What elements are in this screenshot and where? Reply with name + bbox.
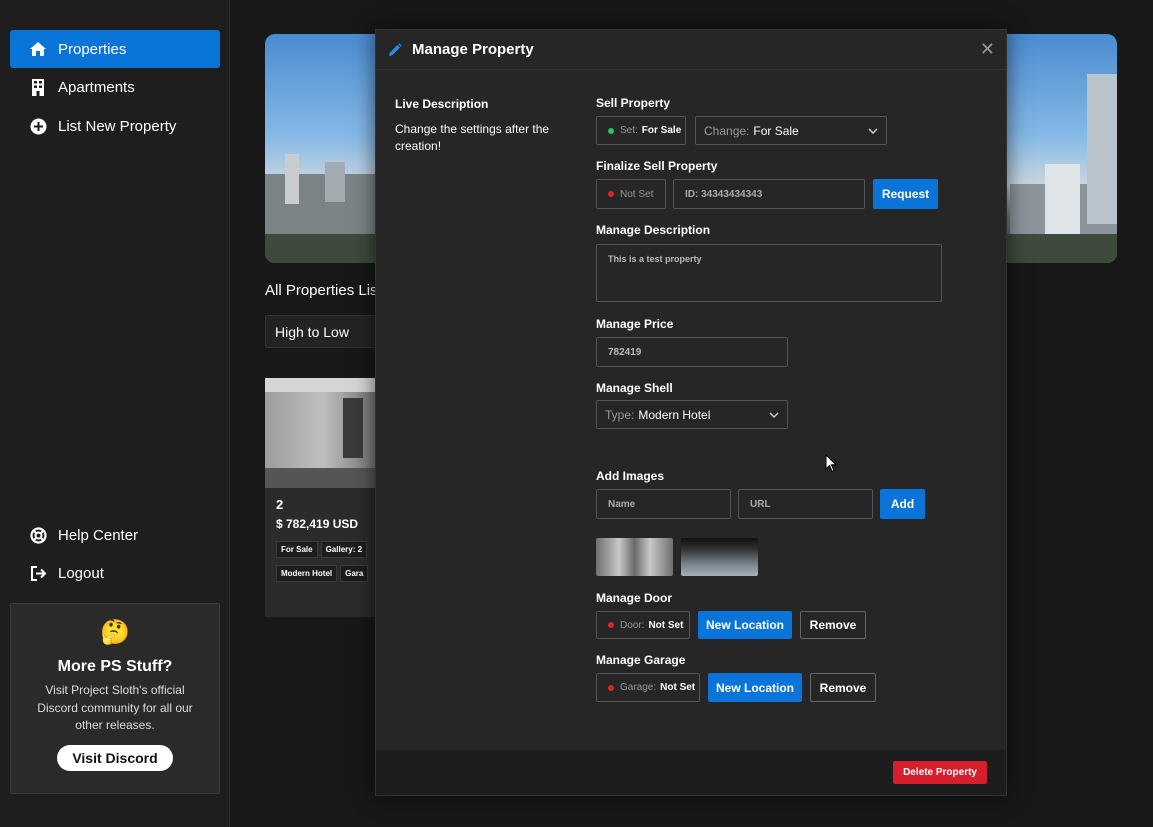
sidebar-item-label: Logout <box>58 564 104 582</box>
description-value: This is a test property <box>608 254 702 264</box>
chip-shell: Modern Hotel <box>276 565 338 582</box>
status-dot-icon <box>608 622 614 628</box>
add-image-button[interactable]: Add <box>880 489 925 519</box>
buyer-id-input[interactable]: ID: 34343434343 <box>673 179 865 209</box>
home-icon <box>28 39 48 59</box>
price-input[interactable]: 782419 <box>596 337 788 367</box>
status-dot-icon <box>608 684 614 691</box>
manage-price-label: Manage Price <box>596 317 674 331</box>
sell-property-label: Sell Property <box>596 96 671 110</box>
finalize-status-badge: Not Set <box>596 179 666 209</box>
sidebar-item-label: Help Center <box>58 526 139 544</box>
sort-value: High to Low <box>275 324 349 340</box>
add-images-label: Add Images <box>596 469 665 483</box>
modal-footer: Delete Property <box>376 750 1006 795</box>
manage-door-label: Manage Door <box>596 591 673 605</box>
sidebar: Properties Apartments List New Property … <box>0 0 230 827</box>
sidebar-item-list-new-property[interactable]: List New Property <box>10 107 220 145</box>
garage-prefix: Garage: <box>620 682 657 693</box>
delete-property-button[interactable]: Delete Property <box>893 761 987 784</box>
sell-change-prefix: Change: <box>704 123 750 138</box>
gallery-thumbnail[interactable] <box>596 538 673 576</box>
chip-garage: Gara <box>340 565 369 582</box>
finalize-sell-label: Finalize Sell Property <box>596 159 718 173</box>
sidebar-item-help-center[interactable]: Help Center <box>10 516 220 554</box>
image-name-placeholder: Name <box>608 498 636 510</box>
description-textarea[interactable]: This is a test property <box>596 244 942 302</box>
manage-shell-label: Manage Shell <box>596 381 673 395</box>
sidebar-item-label: Properties <box>58 40 127 58</box>
thinking-emoji-icon: 🤔 <box>100 619 130 646</box>
shell-type-select[interactable]: Type: Modern Hotel <box>596 400 788 429</box>
price-value: 782419 <box>608 346 642 358</box>
all-properties-heading: All Properties Liste <box>265 282 391 299</box>
door-prefix: Door: <box>620 619 645 631</box>
promo-text: Visit Project Sloth's official Discord c… <box>37 683 193 732</box>
door-status-badge: Door: Not Set <box>596 611 690 639</box>
promo-title: More PS Stuff? <box>57 658 173 675</box>
property-card-price: $ 782,419 USD <box>276 517 359 531</box>
sidebar-item-label: Apartments <box>58 78 135 96</box>
lifebuoy-icon <box>28 525 48 545</box>
status-dot-icon <box>608 191 614 197</box>
manage-property-modal: Manage Property ✕ Live Description Chang… <box>375 29 1007 796</box>
image-url-input[interactable]: URL <box>738 489 873 519</box>
garage-value: Not Set <box>660 682 696 693</box>
shell-prefix: Type: <box>605 407 635 422</box>
gallery-thumbnail[interactable] <box>681 538 758 576</box>
chevron-down-icon <box>868 127 878 134</box>
manage-garage-label: Manage Garage <box>596 653 686 667</box>
live-description-title: Live Description <box>395 97 489 111</box>
chip-gallery: Gallery: 2 <box>320 541 368 558</box>
door-remove-button[interactable]: Remove <box>800 611 866 639</box>
request-button[interactable]: Request <box>873 179 938 209</box>
garage-remove-button[interactable]: Remove <box>810 673 876 702</box>
visit-discord-button[interactable]: Visit Discord <box>57 744 173 771</box>
sort-select[interactable]: High to Low <box>265 315 380 348</box>
modal-header: Manage Property <box>376 30 1006 70</box>
sell-set-value: For Sale <box>641 125 682 136</box>
building-icon <box>28 77 48 97</box>
sidebar-item-properties[interactable]: Properties <box>10 30 220 68</box>
logout-icon <box>28 563 48 583</box>
door-value: Not Set <box>648 619 684 631</box>
sell-status-badge: Set: For Sale <box>596 116 686 145</box>
sell-set-prefix: Set: <box>620 125 638 136</box>
modal-title: Manage Property <box>412 41 534 58</box>
status-dot-icon <box>608 127 614 134</box>
garage-status-badge: Garage: Not Set <box>596 673 700 702</box>
chip-row: For Sale Gallery: 2 <box>276 539 380 558</box>
property-card-number: 2 <box>276 497 284 512</box>
sell-change-select[interactable]: Change: For Sale <box>695 116 887 145</box>
property-card[interactable]: 2 $ 782,419 USD For Sale Gallery: 2 Moder… <box>265 378 380 617</box>
promo-card: 🤔 More PS Stuff? Visit Project Sloth's o… <box>10 603 220 794</box>
shell-value: Modern Hotel <box>638 407 711 422</box>
buyer-id-placeholder: ID: 34343434343 <box>685 188 763 200</box>
image-url-placeholder: URL <box>750 498 771 510</box>
sidebar-item-label: List New Property <box>58 117 177 135</box>
pencil-icon <box>388 42 402 57</box>
property-card-image <box>265 378 380 488</box>
image-name-input[interactable]: Name <box>596 489 731 519</box>
plus-circle-icon <box>28 116 48 136</box>
sidebar-item-logout[interactable]: Logout <box>10 554 220 592</box>
finalize-status: Not Set <box>620 188 654 200</box>
chip-for-sale: For Sale <box>276 541 318 558</box>
door-new-location-button[interactable]: New Location <box>698 611 792 639</box>
manage-description-label: Manage Description <box>596 223 711 237</box>
garage-new-location-button[interactable]: New Location <box>708 673 802 702</box>
mouse-cursor-icon <box>825 453 838 478</box>
close-icon[interactable]: ✕ <box>980 39 995 60</box>
sidebar-item-apartments[interactable]: Apartments <box>10 68 220 106</box>
sell-change-value: For Sale <box>753 123 799 138</box>
chevron-down-icon <box>769 411 779 418</box>
chip-row: Modern Hotel Gara <box>276 563 380 582</box>
live-description-text: Change the settings after the creation! <box>395 122 550 153</box>
